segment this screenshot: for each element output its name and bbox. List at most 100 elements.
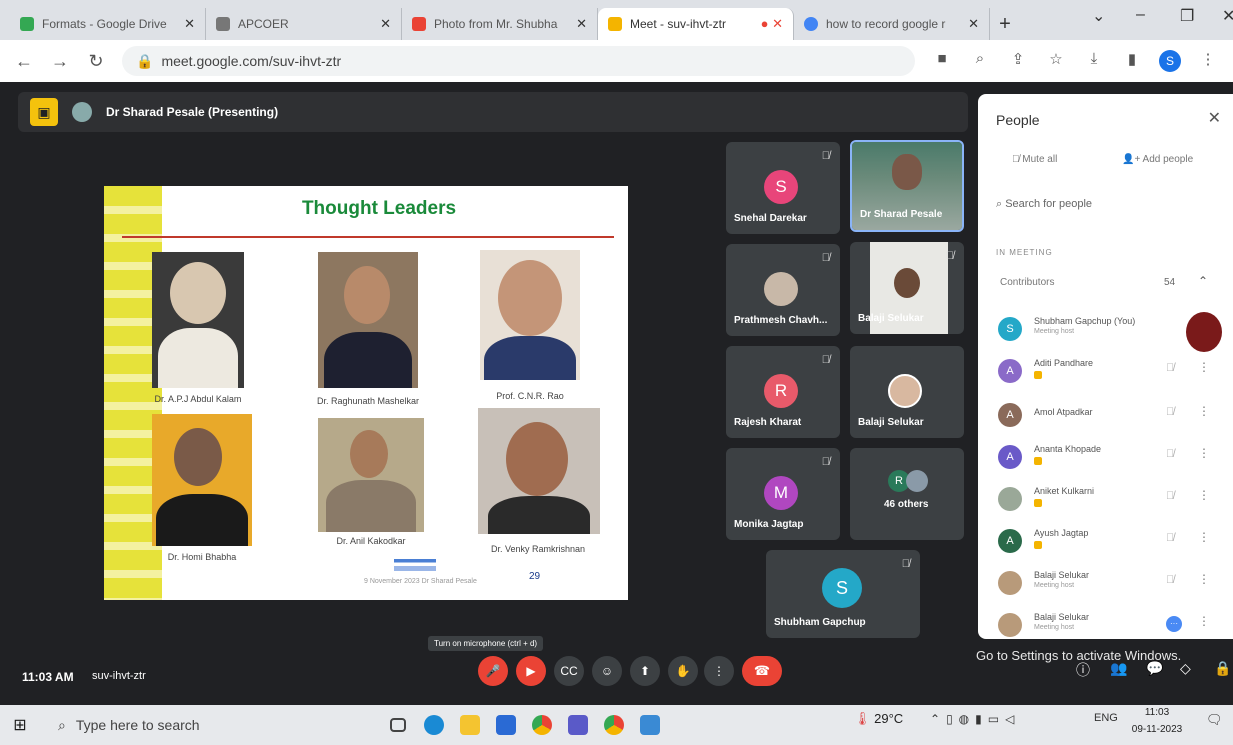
- profile-avatar[interactable]: S: [1159, 50, 1181, 72]
- tab-formats[interactable]: Formats - Google Drive ✕: [10, 8, 206, 40]
- participant-tile[interactable]: M 🎙̸ Monika Jagtap: [726, 448, 840, 540]
- avatar: A: [998, 403, 1022, 427]
- participant-tile[interactable]: 🎙̸ Prathmesh Chavh...: [726, 244, 840, 336]
- camera-icon[interactable]: ■: [931, 50, 953, 72]
- close-icon[interactable]: ✕: [1208, 108, 1221, 128]
- chrome-profile-icon[interactable]: [596, 705, 632, 745]
- close-icon[interactable]: ✕: [576, 16, 587, 32]
- participant-tile[interactable]: S 🎙̸ Snehal Darekar: [726, 142, 840, 234]
- notification-icon[interactable]: 🗨: [1206, 712, 1223, 728]
- tab-photo[interactable]: Photo from Mr. Shubha ✕: [402, 8, 598, 40]
- restore-icon[interactable]: ❐: [1180, 6, 1194, 26]
- teams-icon[interactable]: [560, 705, 596, 745]
- self-tile[interactable]: S 🎙̸ Shubham Gapchup: [766, 550, 920, 638]
- edge-icon[interactable]: [416, 705, 452, 745]
- tab-apcoer[interactable]: APCOER ✕: [206, 8, 402, 40]
- close-icon[interactable]: ✕: [968, 16, 979, 32]
- volume-icon[interactable]: ◁: [1005, 712, 1020, 726]
- participant-tile[interactable]: 🎙̸ Balaji Selukar: [850, 242, 964, 334]
- display-icon[interactable]: ▭: [988, 712, 1005, 726]
- tab-meet[interactable]: Meet - suv-ihvt-ztr ● ✕: [598, 8, 794, 40]
- camera-toggle-button[interactable]: ▶: [516, 656, 546, 686]
- list-item[interactable]: A Aditi Pandhare 🎙̸ ⋮: [998, 356, 1222, 392]
- chevron-up-icon[interactable]: ⌃: [930, 712, 946, 726]
- menu-dots-icon[interactable]: ⋮: [1197, 50, 1219, 72]
- sidepanel-icon[interactable]: ▮: [1121, 50, 1143, 72]
- language-indicator[interactable]: ENG: [1094, 712, 1118, 724]
- add-people-button[interactable]: 👤+ Add people: [1122, 154, 1193, 165]
- more-vert-icon[interactable]: ⋮: [1198, 360, 1210, 374]
- list-item[interactable]: A Ananta Khopade 🎙̸ ⋮: [998, 442, 1222, 478]
- present-screen-icon[interactable]: ▣: [30, 98, 58, 126]
- mute-all-button[interactable]: 🎙̸ Mute all: [1012, 154, 1057, 165]
- close-icon[interactable]: ● ✕: [761, 16, 783, 32]
- weather-widget[interactable]: 🌡 29°C: [854, 711, 903, 727]
- taskbar-clock[interactable]: 11:03 09-11-2023: [1128, 704, 1186, 738]
- slide-rule: [122, 236, 614, 238]
- search-people-input[interactable]: ⌕ Search for people: [996, 198, 1216, 211]
- zoom-icon[interactable]: ⌕: [969, 50, 991, 72]
- list-item[interactable]: Balaji Selukar Meeting host ··· ⋮: [998, 610, 1222, 638]
- others-tile[interactable]: R 46 others: [850, 448, 964, 540]
- chrome-icon[interactable]: [524, 705, 560, 745]
- more-vert-icon[interactable]: ⋮: [1198, 614, 1210, 628]
- participant-tile[interactable]: R 🎙̸ Rajesh Kharat: [726, 346, 840, 438]
- forward-icon[interactable]: →: [50, 51, 70, 72]
- file-explorer-icon[interactable]: [452, 705, 488, 745]
- avatar: M: [764, 476, 798, 510]
- list-item[interactable]: A Amol Atpadkar 🎙̸ ⋮: [998, 400, 1222, 436]
- more-vert-icon[interactable]: ⋮: [1198, 446, 1210, 460]
- share-icon[interactable]: ⇪: [1007, 50, 1029, 72]
- emoji-button[interactable]: ☺: [592, 656, 622, 686]
- tab-search-icon[interactable]: ⌄: [1092, 6, 1105, 26]
- participant-tile[interactable]: Dr Sharad Pesale: [850, 140, 964, 232]
- more-bubble-icon[interactable]: ···: [1166, 616, 1182, 632]
- presenter-label: Dr Sharad Pesale (Presenting): [106, 105, 279, 119]
- chat-icon[interactable]: 💬: [1146, 660, 1163, 677]
- more-vert-icon[interactable]: ⋮: [1198, 404, 1210, 418]
- host-controls-icon[interactable]: 🔒: [1214, 660, 1231, 677]
- mic-icon[interactable]: ▮: [975, 712, 988, 726]
- portrait-rao: [480, 250, 580, 380]
- taskbar-search-input[interactable]: ⌕ Type here to search: [40, 705, 310, 745]
- present-button[interactable]: ⬆: [630, 656, 660, 686]
- new-tab-button[interactable]: +: [990, 8, 1020, 40]
- activities-icon[interactable]: ◇: [1180, 660, 1191, 677]
- bookmark-star-icon[interactable]: ☆: [1045, 50, 1067, 72]
- leave-call-button[interactable]: ☎: [742, 656, 782, 686]
- store-icon[interactable]: [632, 705, 668, 745]
- list-item[interactable]: Balaji Selukar Meeting host 🎙̸ ⋮: [998, 568, 1222, 604]
- contributors-group[interactable]: Contributors: [1000, 277, 1054, 288]
- more-vert-icon[interactable]: ⋮: [1198, 488, 1210, 502]
- list-item[interactable]: A Ayush Jagtap 🎙̸ ⋮: [998, 526, 1222, 562]
- windows-start-icon[interactable]: ⊞: [0, 715, 40, 735]
- more-options-button[interactable]: ⋮: [704, 656, 734, 686]
- people-icon[interactable]: 👥: [1110, 660, 1127, 677]
- participant-tile[interactable]: Balaji Selukar: [850, 346, 964, 438]
- list-item[interactable]: Aniket Kulkarni 🎙̸ ⋮: [998, 484, 1222, 520]
- task-view-icon[interactable]: [380, 705, 416, 745]
- mail-icon[interactable]: [488, 705, 524, 745]
- participant-name: Snehal Darekar: [734, 213, 807, 224]
- close-window-icon[interactable]: ✕: [1222, 6, 1233, 26]
- network-icon[interactable]: ◍: [959, 712, 975, 726]
- battery-icon[interactable]: ▯: [946, 712, 959, 726]
- chevron-up-icon[interactable]: ⌃: [1198, 274, 1208, 288]
- minimize-icon[interactable]: –: [1136, 6, 1145, 24]
- close-icon[interactable]: ✕: [380, 16, 391, 32]
- tab-google-search[interactable]: how to record google r ✕: [794, 8, 990, 40]
- more-vert-icon[interactable]: ⋮: [1198, 572, 1210, 586]
- avatar: A: [998, 529, 1022, 553]
- reload-icon[interactable]: ↻: [86, 51, 106, 72]
- info-icon[interactable]: ⓘ: [1076, 660, 1090, 680]
- list-item[interactable]: S Shubham Gapchup (You) Meeting host: [998, 312, 1222, 352]
- mic-toggle-button[interactable]: 🎤: [478, 656, 508, 686]
- mic-off-icon: 🎙̸: [901, 558, 910, 570]
- raise-hand-button[interactable]: ✋: [668, 656, 698, 686]
- captions-button[interactable]: CC: [554, 656, 584, 686]
- back-icon[interactable]: ←: [14, 51, 34, 72]
- close-icon[interactable]: ✕: [184, 16, 195, 32]
- more-vert-icon[interactable]: ⋮: [1198, 530, 1210, 544]
- url-field[interactable]: 🔒 meet.google.com/suv-ihvt-ztr: [122, 46, 915, 76]
- download-icon[interactable]: ⤓: [1083, 50, 1105, 72]
